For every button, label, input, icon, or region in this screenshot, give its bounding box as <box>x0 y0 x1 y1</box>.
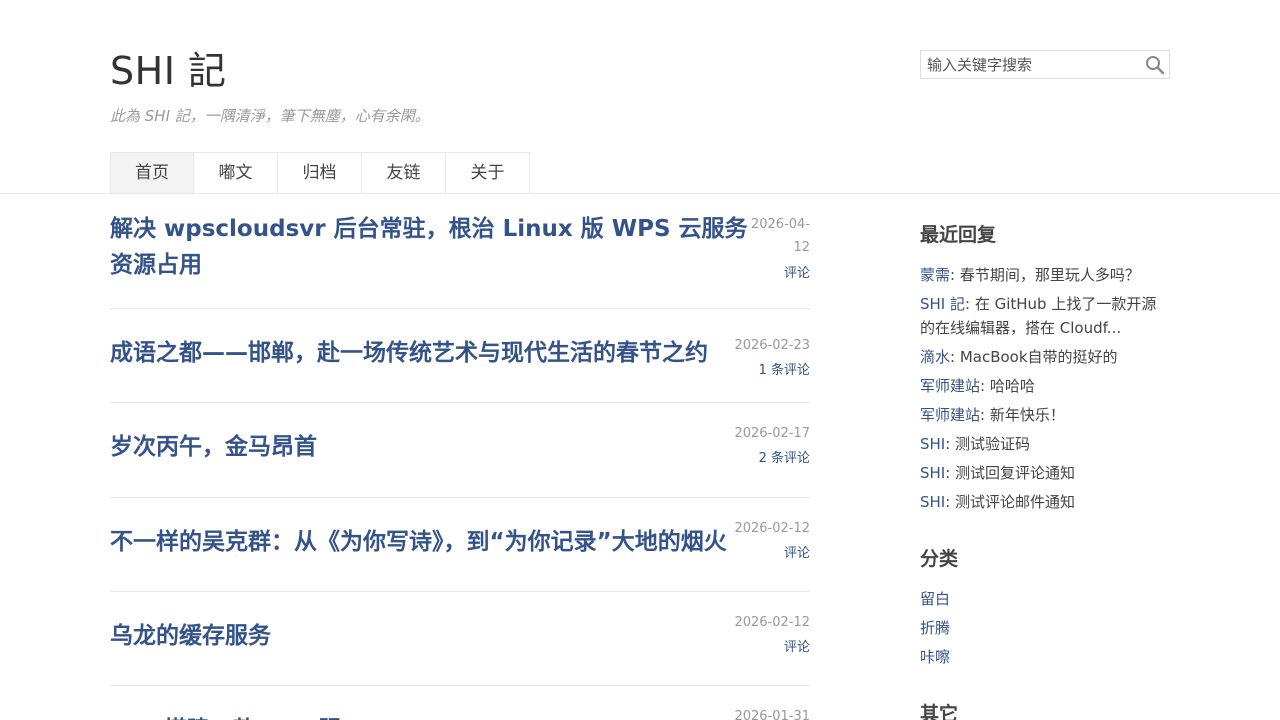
reply-author-link[interactable]: 蒙需 <box>920 266 950 284</box>
nav-archive[interactable]: 归档 <box>278 152 362 193</box>
post-meta: 2026-04- 12 评论 <box>751 213 810 289</box>
categories-list: 留白 折腾 咔嚓 <box>920 587 1170 669</box>
category-link[interactable]: 留白 <box>920 587 1170 611</box>
post-item: 成语之都——邯郸，赴一场传统艺术与现代生活的春节之约 2026-02-23 1 … <box>110 309 810 403</box>
post-date: 2026-04- <box>750 217 810 232</box>
post-date: 2026-02-17 <box>734 426 810 441</box>
post-meta: 2026-02-23 1 条评论 <box>734 334 810 385</box>
category-link[interactable]: 折腾 <box>920 616 1170 640</box>
post-comments-link[interactable]: 1 条评论 <box>734 357 810 385</box>
post-comments-link[interactable]: 评论 <box>734 540 810 568</box>
category-link[interactable]: 咔嚓 <box>920 645 1170 669</box>
post-item: 岁次丙午，金马昂首 2026-02-17 2 条评论 <box>110 403 810 498</box>
reply-item: SHI: 测试回复评论通知 <box>920 461 1170 485</box>
post-title[interactable]: …… 搭建一款 …… 服 <box>110 712 750 720</box>
reply-item: 滴水: MacBook自带的挺好的 <box>920 345 1170 369</box>
nav-links[interactable]: 友链 <box>362 152 446 193</box>
reply-item: 军师建站: 新年快乐！ <box>920 403 1170 427</box>
reply-item: SHI: 测试验证码 <box>920 432 1170 456</box>
post-date: 2026-01-31 <box>734 709 810 720</box>
post-comments-link[interactable]: 评论 <box>734 634 810 662</box>
nav-toots[interactable]: 嘟文 <box>194 152 278 193</box>
categories-title: 分类 <box>920 548 959 570</box>
nav-about[interactable]: 关于 <box>446 152 530 193</box>
reply-author-link[interactable]: SHI 記 <box>920 295 965 313</box>
reply-author-link[interactable]: 滴水 <box>920 348 950 366</box>
post-comments-link[interactable]: 评论 <box>751 259 810 289</box>
post-title[interactable]: 成语之都——邯郸，赴一场传统艺术与现代生活的春节之约 <box>110 335 750 371</box>
reply-excerpt: : 测试评论邮件通知 <box>945 493 1076 511</box>
post-item: 乌龙的缓存服务 2026-02-12 评论 <box>110 592 810 686</box>
post-item: 不一样的吴克群：从《为你写诗》，到“为你记录”大地的烟火 2026-02-12 … <box>110 498 810 592</box>
post-meta: 2026-02-12 评论 <box>734 517 810 568</box>
post-item: 解决 wpscloudsvr 后台常驻，根治 Linux 版 WPS 云服务资源… <box>110 194 810 309</box>
reply-author-link[interactable]: 军师建站 <box>920 377 980 395</box>
reply-author-link[interactable]: SHI <box>920 435 945 453</box>
post-date: 2026-02-12 <box>734 615 810 630</box>
post-item: …… 搭建一款 …… 服 2026-01-31 <box>110 686 810 720</box>
reply-excerpt: : 测试回复评论通知 <box>945 464 1076 482</box>
reply-author-link[interactable]: SHI <box>920 493 945 511</box>
site-title[interactable]: SHI 記 <box>110 40 226 95</box>
reply-excerpt: : 新年快乐！ <box>980 406 1065 424</box>
post-meta: 2026-02-17 2 条评论 <box>734 422 810 473</box>
post-comments-link[interactable]: 2 条评论 <box>734 445 810 473</box>
post-date-cont: 12 <box>793 240 810 255</box>
recent-replies-list: 蒙需: 春节期间，那里玩人多吗？ SHI 記: 在 GitHub 上找了一款开源… <box>920 263 1170 514</box>
post-list: 解决 wpscloudsvr 后台常驻，根治 Linux 版 WPS 云服务资源… <box>110 194 810 720</box>
reply-author-link[interactable]: SHI <box>920 464 945 482</box>
post-title[interactable]: 岁次丙午，金马昂首 <box>110 429 750 465</box>
recent-replies-title: 最近回复 <box>920 224 997 246</box>
nav-home[interactable]: 首页 <box>110 152 194 193</box>
post-date: 2026-02-12 <box>734 521 810 536</box>
post-date: 2026-02-23 <box>734 338 810 353</box>
main-nav: 首页 嘟文 归档 友链 关于 <box>110 152 530 193</box>
post-meta: 2026-02-12 评论 <box>734 611 810 662</box>
reply-item: 蒙需: 春节期间，那里玩人多吗？ <box>920 263 1170 287</box>
other-title: 其它 <box>920 703 959 720</box>
search-input[interactable] <box>921 51 1141 78</box>
reply-item: SHI 記: 在 GitHub 上找了一款开源的在线编辑器，搭在 Cloudf.… <box>920 292 1170 340</box>
search-box <box>920 50 1170 79</box>
reply-item: 军师建站: 哈哈哈 <box>920 374 1170 398</box>
post-title[interactable]: 不一样的吴克群：从《为你写诗》，到“为你记录”大地的烟火 <box>110 524 740 560</box>
site-description: 此為 SHI 記，一隅清淨，筆下無塵，心有余閑。 <box>110 107 430 125</box>
reply-excerpt: : 哈哈哈 <box>980 377 1035 395</box>
post-title[interactable]: 乌龙的缓存服务 <box>110 618 750 654</box>
reply-excerpt: : 春节期间，那里玩人多吗？ <box>950 266 1140 284</box>
post-title[interactable]: 解决 wpscloudsvr 后台常驻，根治 Linux 版 WPS 云服务资源… <box>110 211 750 283</box>
reply-author-link[interactable]: 军师建站 <box>920 406 980 424</box>
reply-excerpt: : 测试验证码 <box>945 435 1031 453</box>
reply-item: SHI: 测试评论邮件通知 <box>920 490 1170 514</box>
reply-excerpt: : MacBook自带的挺好的 <box>950 348 1118 366</box>
sidebar: 最近回复 蒙需: 春节期间，那里玩人多吗？ SHI 記: 在 GitHub 上找… <box>920 220 1170 720</box>
post-meta: 2026-01-31 <box>734 705 810 720</box>
search-icon[interactable] <box>1145 55 1165 75</box>
